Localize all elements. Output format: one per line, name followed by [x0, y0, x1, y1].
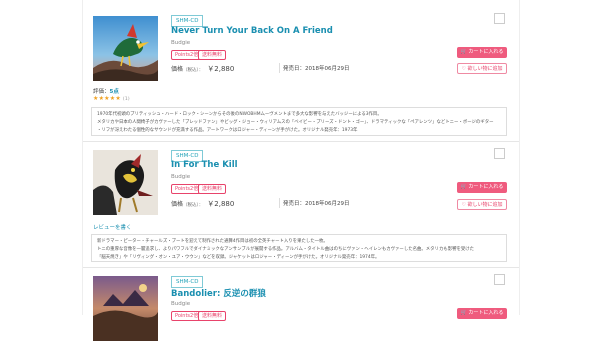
rating-stars[interactable]: ★★★★★ (1) — [93, 95, 130, 102]
artist-name[interactable]: Budgie — [171, 174, 190, 180]
product-item: SHM-CD In For The Kill Budgie Points2倍 送… — [83, 142, 519, 266]
add-to-cart-button[interactable]: 🛒 カートに入れる — [457, 47, 507, 58]
price-value: ￥2,880 — [207, 65, 235, 73]
description-line: トニの重厚な音像を一層追求し、よりパワフルでダイナミックなアンサンブルが展開する… — [97, 247, 475, 252]
product-item: SHM-CD Bandolier: 反逆の群狼 Budgie Points2倍 … — [83, 268, 519, 341]
cart-label: カートに入れる — [468, 49, 504, 55]
add-to-wishlist-button[interactable]: ♡ 欲しい物に追加 — [457, 63, 507, 74]
artist-name[interactable]: Budgie — [171, 301, 190, 307]
description-line: メタリカや日本の人間椅子がカヴァーした「ブレッドファン」やビッグ・ジョー・ウィリ… — [97, 120, 494, 125]
rating-count: (1) — [122, 97, 130, 102]
tax-label: （税込）： — [183, 203, 204, 208]
price-value: ￥2,880 — [207, 200, 235, 208]
cart-label: カートに入れる — [468, 310, 504, 316]
price: 価格（税込）： ￥2,880 — [171, 64, 234, 74]
product-title[interactable]: In For The Kill — [171, 160, 238, 170]
album-cover-image[interactable] — [93, 150, 158, 215]
divider — [279, 63, 280, 73]
product-item: SHM-CD Never Turn Your Back On A Friend … — [83, 0, 519, 140]
album-cover-image[interactable] — [93, 16, 158, 81]
release-date: 発売日：2018年06月29日 — [283, 201, 350, 207]
product-list: SHM-CD Never Turn Your Back On A Friend … — [82, 0, 520, 341]
wish-label: 欲しい物に追加 — [467, 66, 503, 72]
description-line: 新ドラマー・ピーター・チャールズ・ブートを迎えて制作された通算4作目は初の全英チ… — [97, 239, 328, 244]
free-shipping-badge: 送料無料 — [198, 184, 227, 194]
wish-label: 欲しい物に追加 — [467, 202, 503, 208]
price-label: 価格 — [171, 201, 184, 208]
add-to-cart-button[interactable]: 🛒 カートに入れる — [457, 308, 507, 319]
description-line: ・リフが冴えわたる個性的なサウンドが充満する作品。アートワークはロジャー・ディー… — [97, 128, 358, 133]
add-to-wishlist-button[interactable]: ♡ 欲しい物に追加 — [457, 199, 507, 210]
select-checkbox[interactable] — [494, 13, 505, 24]
divider — [279, 198, 280, 208]
cart-label: カートに入れる — [468, 184, 504, 190]
price-label: 価格 — [171, 66, 184, 73]
write-review-link[interactable]: レビューを書く — [93, 223, 132, 231]
product-title[interactable]: Never Turn Your Back On A Friend — [171, 26, 333, 36]
price: 価格（税込）： ￥2,880 — [171, 199, 234, 209]
product-title[interactable]: Bandolier: 反逆の群狼 — [171, 287, 266, 299]
artist-name[interactable]: Budgie — [171, 40, 190, 46]
product-description: 新ドラマー・ピーター・チャールズ・ブートを迎えて制作された通算4作目は初の全英チ… — [91, 234, 507, 262]
description-line: 「脳天焼き」や「リヴィング・オン・ユア・ウウン」などを収録。ジャケットはロジャー… — [97, 255, 380, 260]
tax-label: （税込）： — [183, 68, 204, 73]
free-shipping-badge: 送料無料 — [198, 311, 227, 321]
release-date: 発売日：2018年06月29日 — [283, 66, 350, 72]
stars-glyphs: ★★★★★ — [93, 95, 121, 102]
product-description: 1970年代初頭のブリティッシュ・ハード・ロック・シーンからその後のNWOBHM… — [91, 107, 507, 136]
description-line: 1970年代初頭のブリティッシュ・ハード・ロック・シーンからその後のNWOBHM… — [97, 112, 382, 117]
select-checkbox[interactable] — [494, 274, 505, 285]
add-to-cart-button[interactable]: 🛒 カートに入れる — [457, 182, 507, 193]
album-cover-image[interactable] — [93, 276, 158, 341]
select-checkbox[interactable] — [494, 148, 505, 159]
free-shipping-badge: 送料無料 — [198, 50, 227, 60]
rating-label: 評価：5点 — [93, 87, 119, 95]
